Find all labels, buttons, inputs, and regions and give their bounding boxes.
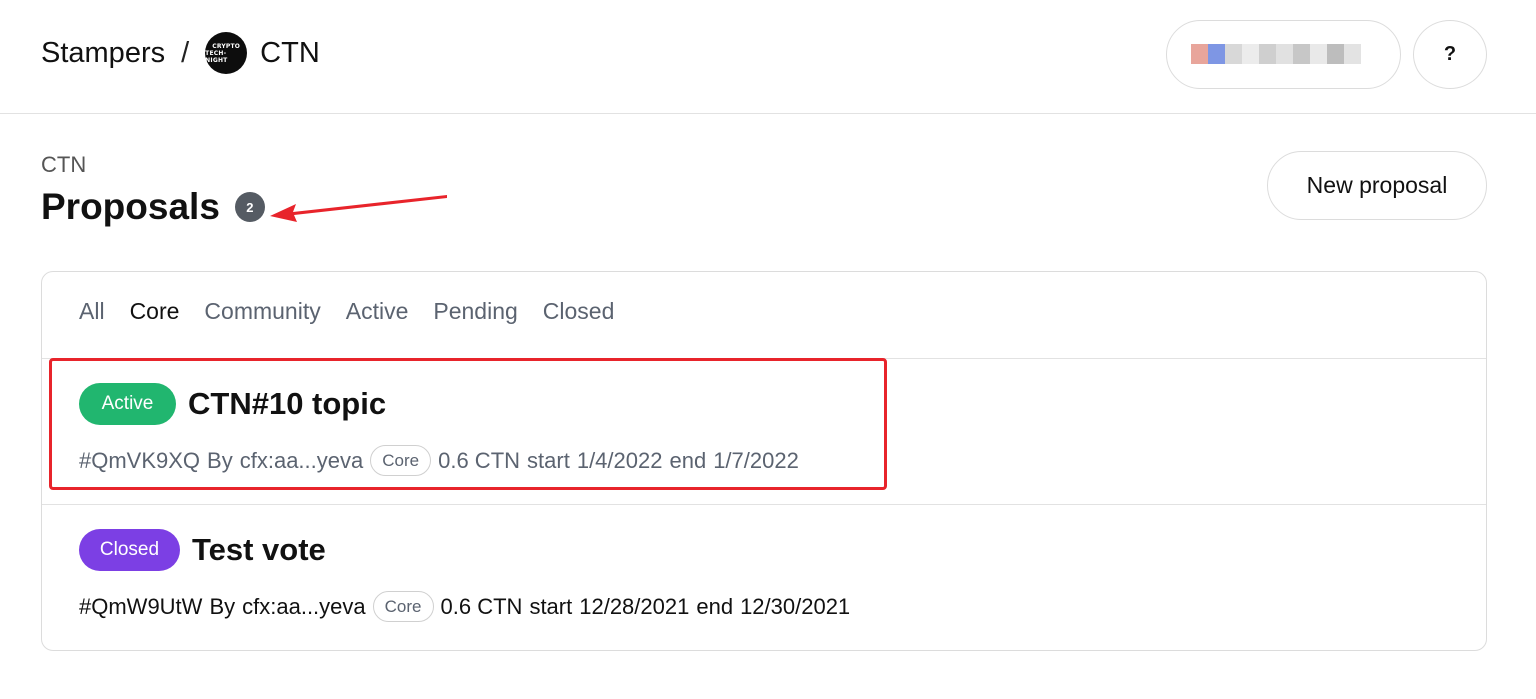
divider [42, 504, 1486, 505]
breadcrumb-separator: / [181, 36, 190, 69]
start-date: 12/28/2021 [579, 593, 690, 619]
space-logo-text-line1: CRYPTO [212, 42, 241, 50]
tab-community[interactable]: Community [204, 298, 320, 325]
author-link[interactable]: cfx:aa...yeva [242, 594, 366, 620]
proposal-id: #QmW9UtW [79, 593, 203, 619]
help-button[interactable]: ? [1413, 20, 1487, 89]
account-button[interactable] [1166, 20, 1401, 89]
space-logo-text-line2: TECH-NIGHT [205, 49, 228, 64]
proposal-header: Closed Test vote [79, 529, 850, 571]
tab-active[interactable]: Active [346, 298, 409, 325]
tab-closed[interactable]: Closed [543, 298, 615, 325]
proposal-count-badge: 2 [234, 192, 265, 222]
status-badge: Closed [79, 529, 180, 571]
breadcrumb-root-link[interactable]: Stampers [41, 37, 165, 70]
filter-tabs: All Core Community Active Pending Closed [79, 298, 639, 325]
proposal-item[interactable]: Closed Test vote #QmW9UtW By cfx:aa...ye… [79, 529, 850, 622]
annotation-arrow [270, 195, 447, 222]
annotation-highlight-box [49, 358, 887, 490]
proposal-meta: #QmW9UtW By cfx:aa...yeva Core 0.6 CTN s… [79, 591, 850, 622]
proposal-title[interactable]: Test vote [192, 532, 326, 568]
new-proposal-button[interactable]: New proposal [1267, 151, 1487, 220]
start-label: start [529, 593, 573, 619]
category-tag: Core [372, 591, 434, 622]
page-title: Proposals [41, 186, 220, 227]
tab-core[interactable]: Core [130, 298, 180, 325]
blurred-account-address [1191, 44, 1361, 64]
tab-pending[interactable]: Pending [433, 298, 517, 325]
author-prefix: By [209, 593, 236, 619]
tab-all[interactable]: All [79, 298, 105, 325]
end-label: end [696, 593, 734, 619]
title-row: Proposals 2 [41, 186, 265, 228]
space-name-link[interactable]: CTN [260, 37, 320, 70]
proposal-amount: 0.6 CTN [440, 593, 523, 619]
breadcrumb: Stampers / CRYPTO TECH-NIGHT CTN [41, 30, 320, 76]
help-icon: ? [1443, 43, 1457, 65]
space-logo[interactable]: CRYPTO TECH-NIGHT [205, 32, 248, 74]
space-label: CTN [41, 152, 87, 177]
top-bar: Stampers / CRYPTO TECH-NIGHT CTN ? [0, 0, 1536, 114]
new-proposal-label: New proposal [1306, 172, 1448, 198]
end-date: 12/30/2021 [740, 593, 851, 619]
